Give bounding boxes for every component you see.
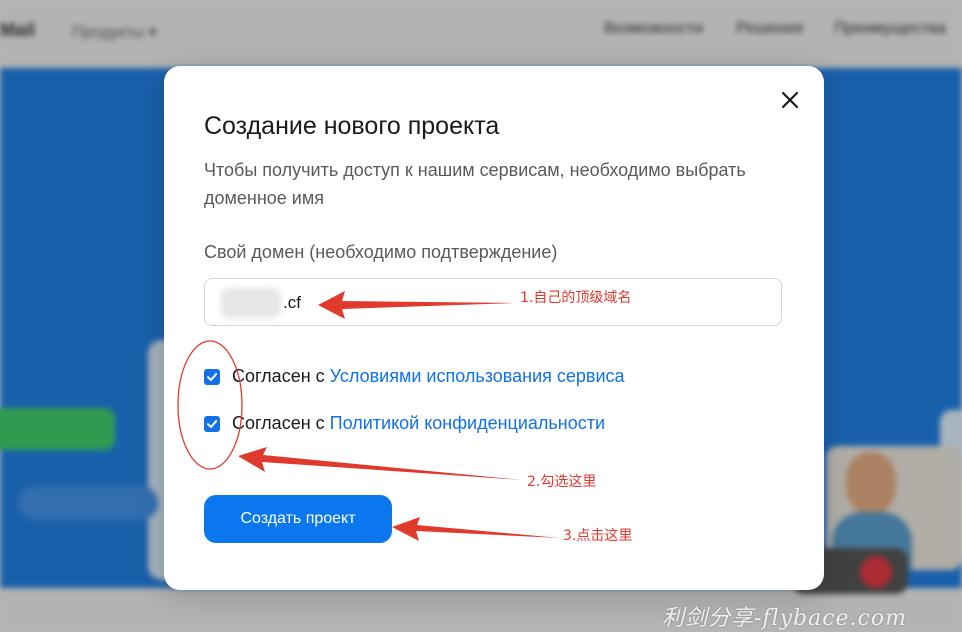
annotation-step2: 2.勾选这里 xyxy=(527,473,596,490)
annotation-arrow-domain xyxy=(318,291,515,319)
tutorial-annotations: 1.自己的顶级域名 2.勾选这里 3.点击这里 xyxy=(177,290,632,544)
annotation-step1: 1.自己的顶级域名 xyxy=(520,290,631,306)
watermark: 利剑分享-flybace.com xyxy=(662,606,908,631)
annotation-step3: 3.点击这里 xyxy=(563,527,632,544)
annotation-arrow-button xyxy=(392,517,560,541)
annotation-circle-checkboxes xyxy=(177,340,243,470)
annotation-arrow-checkboxes xyxy=(238,447,522,480)
